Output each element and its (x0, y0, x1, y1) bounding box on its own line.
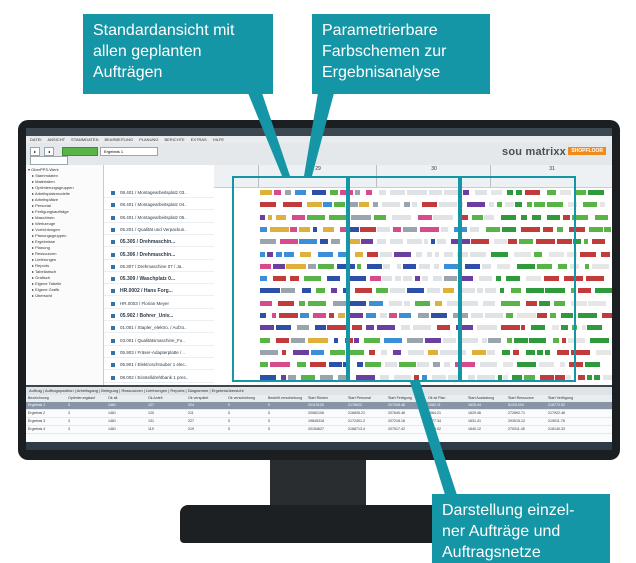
callout-color-schemes: Parametrierbare Farbschemen zur Ergebnis… (312, 14, 490, 94)
callout-line: ner Aufträge und (442, 523, 561, 540)
callout-line: Auftragsnetze (442, 544, 541, 561)
callout-line: Parametrierbare (322, 22, 438, 39)
callout-line: allen geplanten (93, 43, 202, 60)
callout-line: Ergebnisanalyse (322, 64, 441, 81)
callout-line: Aufträgen (93, 64, 163, 81)
callout-standard-view: Standardansicht mit allen geplanten Auft… (83, 14, 273, 94)
callout-order-nets: Darstellung einzel- ner Aufträge und Auf… (432, 494, 610, 563)
callout-line: Standardansicht mit (93, 22, 235, 39)
callout-line: Darstellung einzel- (442, 502, 575, 519)
callout-line: Farbschemen zur (322, 43, 447, 60)
